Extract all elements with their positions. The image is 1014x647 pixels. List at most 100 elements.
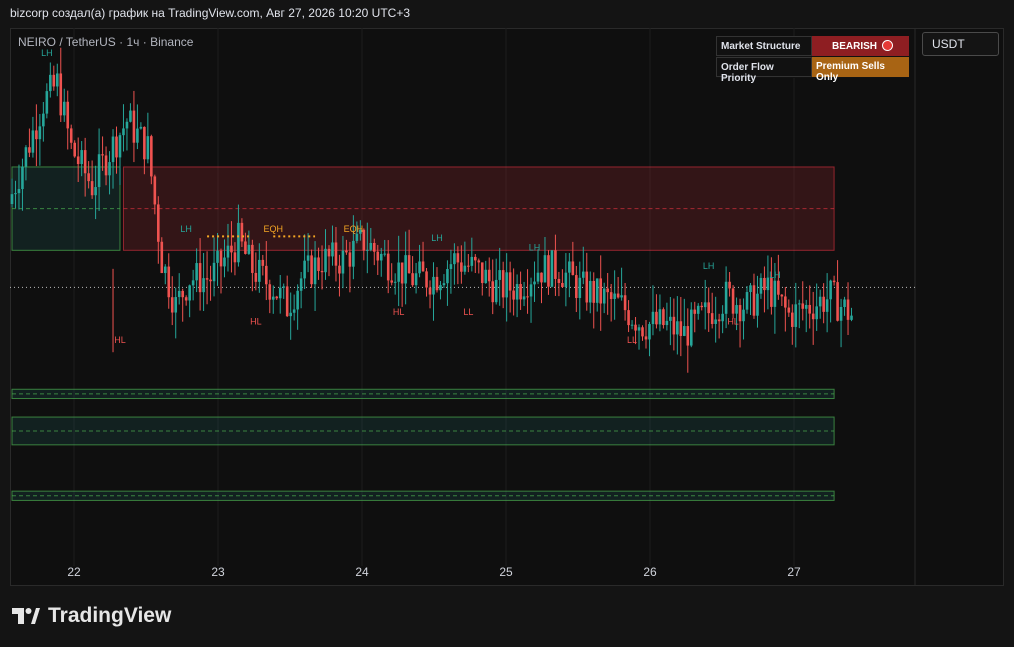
candle-body (505, 272, 508, 298)
candle-body (843, 299, 846, 307)
candle-body (721, 313, 724, 322)
candle-body (752, 285, 756, 316)
candle-body (21, 166, 24, 190)
x-tick-label: 27 (787, 565, 801, 579)
table-label: Market Structure (716, 36, 812, 56)
candle-body (745, 292, 749, 310)
structure-label: LH (703, 261, 715, 271)
candle-body (777, 280, 780, 295)
candle-body (428, 287, 432, 295)
candle-body (547, 255, 550, 287)
candle-body (108, 162, 111, 176)
candle-body (59, 73, 63, 116)
candle-body (644, 336, 648, 340)
candle-body (372, 242, 376, 252)
candle-body (480, 262, 484, 284)
candle-body (811, 313, 815, 320)
candle-body (435, 276, 439, 291)
candle-body (710, 313, 714, 324)
structure-label: LH (769, 270, 781, 280)
price-chart[interactable]: 0,000115000,000110000,000105000,00010000… (10, 28, 1004, 586)
status-dot-icon (882, 40, 894, 51)
candle-body (331, 242, 334, 257)
candle-body (763, 277, 766, 291)
candle-body (404, 255, 407, 284)
candle-body (348, 252, 352, 267)
candle-body (129, 110, 132, 122)
candle-body (24, 147, 28, 167)
candle-body (411, 273, 414, 286)
currency-button[interactable]: USDT (922, 32, 999, 56)
structure-label: HL (727, 316, 739, 326)
candle-body (770, 277, 773, 307)
candle-body (613, 293, 616, 299)
table-row: Order Flow Priority Premium Sells Only (716, 57, 909, 84)
candle-body (69, 128, 73, 143)
candle-body (97, 154, 101, 188)
candle-body (846, 299, 850, 320)
candle-body (641, 327, 644, 337)
candle-body (282, 286, 286, 288)
candle-body (397, 262, 400, 282)
candle-body (850, 315, 853, 320)
candle-body (212, 262, 216, 282)
candle-body (386, 253, 390, 281)
candle-body (829, 280, 832, 300)
candle-body (470, 256, 474, 266)
candle-body (731, 288, 735, 314)
candle-body (484, 269, 488, 284)
candle-body (627, 310, 630, 326)
candle-body (588, 280, 592, 303)
candle-body (442, 283, 446, 286)
candle-body (602, 288, 606, 304)
candle-body (616, 293, 620, 298)
candle-body (759, 277, 763, 294)
candle-body (174, 297, 178, 313)
candle-body (289, 312, 292, 317)
candle-body (62, 101, 66, 116)
structure-label: LH (41, 48, 53, 58)
candle-body (205, 278, 209, 280)
candle-body (672, 316, 676, 335)
candle-body (738, 305, 742, 322)
candle-body (73, 142, 77, 157)
candle-body (529, 284, 533, 297)
candle-body (181, 290, 184, 298)
candle-body (407, 255, 411, 274)
candle-body (568, 261, 571, 273)
structure-label: LH (529, 242, 541, 252)
candle-body (651, 311, 655, 325)
candle-body (390, 280, 393, 283)
candle-body (815, 306, 818, 320)
candle-body (393, 281, 397, 283)
candle-body (728, 281, 731, 289)
candle-body (540, 272, 543, 283)
candle-body (160, 241, 164, 274)
candle-body (477, 260, 481, 263)
candle-body (456, 253, 460, 263)
candle-body (689, 309, 693, 346)
candle-body (28, 147, 31, 153)
candle-body (474, 256, 477, 261)
candle-body (10, 194, 14, 204)
candle-body (797, 303, 801, 305)
candle-body (669, 316, 672, 321)
candle-body (634, 324, 637, 331)
candle-body (564, 272, 568, 288)
x-tick-label: 24 (355, 565, 369, 579)
candle-body (714, 319, 717, 324)
brand-logo[interactable]: TradingView (12, 604, 171, 628)
candle-body (439, 285, 442, 291)
candle-body (132, 110, 136, 143)
candle-body (226, 245, 230, 258)
candle-body (198, 263, 202, 293)
structure-label: LH (431, 233, 443, 243)
candle-body (35, 130, 38, 140)
candle-body (620, 295, 623, 298)
candle-body (278, 287, 282, 299)
candle-body (244, 241, 247, 254)
candle-body (557, 278, 561, 283)
candle-body (157, 204, 160, 242)
candle-body (87, 173, 90, 182)
candle-body (223, 257, 226, 267)
